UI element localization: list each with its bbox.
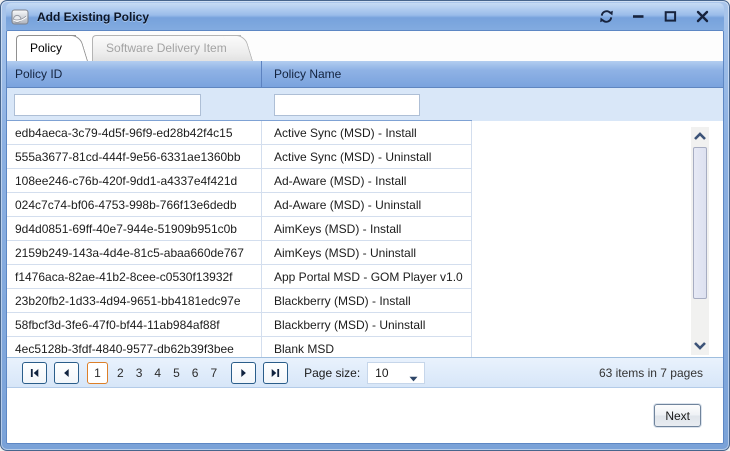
table-row[interactable]: 2159b249-143a-4d4e-81c5-abaa660de767 Aim…	[7, 241, 723, 265]
vertical-scrollbar[interactable]	[691, 127, 709, 355]
policy-name-filter-input[interactable]	[274, 94, 420, 116]
caret-down-icon	[409, 371, 418, 385]
table-row[interactable]: 9d4d0851-69ff-40e7-944e-51909b951c0b Aim…	[7, 217, 723, 241]
tab-software-delivery-item-label: Software Delivery Item	[106, 41, 227, 55]
cell-policy-name: Active Sync (MSD) - Install	[262, 121, 472, 145]
cell-policy-id: 2159b249-143a-4d4e-81c5-abaa660de767	[7, 241, 262, 265]
pager-page-4[interactable]: 4	[148, 366, 167, 380]
table-row[interactable]: edb4aeca-3c79-4d5f-96f9-ed28b42f4c15 Act…	[7, 121, 723, 145]
cell-policy-id: 58fbcf3d-3fe6-47f0-bf44-11ab984af88f	[7, 313, 262, 337]
grid-rows-list: edb4aeca-3c79-4d5f-96f9-ed28b42f4c15 Act…	[7, 121, 723, 357]
first-page-icon	[29, 368, 40, 378]
page-number-list: 1234567	[87, 362, 223, 384]
cell-policy-name: Blackberry (MSD) - Install	[262, 289, 472, 313]
dialog-footer: Next	[7, 388, 723, 443]
table-row[interactable]: 4ec5128b-3fdf-4840-9577-db62b39f3bee Bla…	[7, 337, 723, 357]
last-page-button[interactable]	[263, 362, 288, 384]
next-page-icon	[238, 368, 249, 378]
pager-page-1[interactable]: 1	[87, 362, 108, 384]
refresh-icon[interactable]	[598, 10, 614, 24]
page-size-label: Page size:	[304, 366, 360, 380]
cell-policy-name: Blank MSD	[262, 337, 472, 357]
table-row[interactable]: 23b20fb2-1d33-4d94-9651-bb4181edc97e Bla…	[7, 289, 723, 313]
dialog-content: Policy Software Delivery Item Policy ID …	[6, 30, 724, 444]
scroll-down-icon[interactable]	[691, 338, 709, 353]
column-header-empty	[472, 61, 723, 87]
cell-policy-id: edb4aeca-3c79-4d5f-96f9-ed28b42f4c15	[7, 121, 262, 145]
dialog-window: Add Existing Policy	[0, 0, 730, 451]
table-row[interactable]: 555a3677-81cd-444f-9e56-6331ae1360bb Act…	[7, 145, 723, 169]
pager-bar: 1234567 Page size: 10 63 items in 7 page…	[7, 357, 723, 388]
cell-policy-name: Blackberry (MSD) - Uninstall	[262, 313, 472, 337]
cell-policy-id: 4ec5128b-3fdf-4840-9577-db62b39f3bee	[7, 337, 262, 357]
cell-policy-name: Active Sync (MSD) - Uninstall	[262, 145, 472, 169]
grid-header: Policy ID Policy Name	[7, 61, 723, 88]
table-row[interactable]: 108ee246-c76b-420f-9dd1-a4337e4f421d Ad-…	[7, 169, 723, 193]
cell-policy-id: f1476aca-82ae-41b2-8cee-c0530f13932f	[7, 265, 262, 289]
grid-filter-row	[7, 88, 723, 121]
scroll-up-icon[interactable]	[691, 129, 709, 144]
grid-rows: edb4aeca-3c79-4d5f-96f9-ed28b42f4c15 Act…	[7, 121, 723, 357]
cell-policy-name: AimKeys (MSD) - Uninstall	[262, 241, 472, 265]
cell-policy-id: 9d4d0851-69ff-40e7-944e-51909b951c0b	[7, 217, 262, 241]
cell-policy-id: 23b20fb2-1d33-4d94-9651-bb4181edc97e	[7, 289, 262, 313]
cell-policy-id: 555a3677-81cd-444f-9e56-6331ae1360bb	[7, 145, 262, 169]
table-row[interactable]: f1476aca-82ae-41b2-8cee-c0530f13932f App…	[7, 265, 723, 289]
pager-page-6[interactable]: 6	[186, 366, 205, 380]
cell-policy-name: AimKeys (MSD) - Install	[262, 217, 472, 241]
pager-page-7[interactable]: 7	[204, 366, 223, 380]
pager-summary: 63 items in 7 pages	[599, 366, 703, 380]
pager-page-3[interactable]: 3	[130, 366, 149, 380]
app-icon	[10, 7, 30, 27]
next-page-button[interactable]	[231, 362, 256, 384]
last-page-icon	[270, 368, 281, 378]
column-header-policy-name[interactable]: Policy Name	[262, 61, 472, 87]
title-bar[interactable]: Add Existing Policy	[6, 3, 724, 30]
tab-strip: Policy Software Delivery Item	[7, 31, 723, 61]
cell-policy-name: Ad-Aware (MSD) - Uninstall	[262, 193, 472, 217]
pager-page-2[interactable]: 2	[111, 366, 130, 380]
tab-policy[interactable]: Policy	[16, 35, 90, 61]
close-icon[interactable]	[694, 10, 710, 24]
column-header-policy-id[interactable]: Policy ID	[7, 61, 262, 87]
page-size-dropdown[interactable]: 10	[367, 362, 425, 384]
cell-policy-id: 108ee246-c76b-420f-9dd1-a4337e4f421d	[7, 169, 262, 193]
policy-id-filter-input[interactable]	[14, 94, 201, 116]
table-row[interactable]: 024c7c74-bf06-4753-998b-766f13e6dedb Ad-…	[7, 193, 723, 217]
prev-page-button[interactable]	[54, 362, 79, 384]
page-size-value: 10	[375, 366, 388, 380]
first-page-button[interactable]	[22, 362, 47, 384]
cell-policy-id: 024c7c74-bf06-4753-998b-766f13e6dedb	[7, 193, 262, 217]
tab-policy-label: Policy	[30, 41, 62, 55]
tab-software-delivery-item[interactable]: Software Delivery Item	[92, 35, 255, 61]
cell-policy-name: App Portal MSD - GOM Player v1.0	[262, 265, 472, 289]
next-button[interactable]: Next	[654, 404, 701, 427]
prev-page-icon	[61, 368, 72, 378]
scrollbar-thumb[interactable]	[693, 147, 707, 299]
cell-policy-name: Ad-Aware (MSD) - Install	[262, 169, 472, 193]
window-title: Add Existing Policy	[37, 10, 598, 24]
maximize-icon[interactable]	[662, 10, 678, 24]
table-row[interactable]: 58fbcf3d-3fe6-47f0-bf44-11ab984af88f Bla…	[7, 313, 723, 337]
pager-page-5[interactable]: 5	[167, 366, 186, 380]
minimize-icon[interactable]	[630, 10, 646, 24]
